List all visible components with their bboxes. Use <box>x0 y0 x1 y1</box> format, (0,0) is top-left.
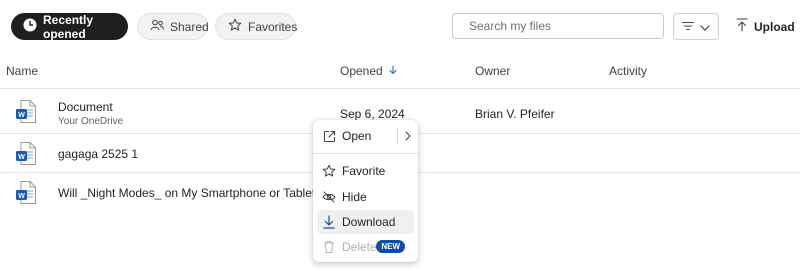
word-file-icon: W <box>16 142 36 165</box>
people-icon <box>150 19 164 34</box>
column-header-opened-label: Opened <box>340 64 383 78</box>
download-icon <box>322 215 336 229</box>
word-file-icon: W <box>16 181 36 204</box>
menu-item-download[interactable]: Download <box>317 210 414 234</box>
menu-separator <box>313 153 418 154</box>
search-box[interactable] <box>452 13 664 39</box>
menu-item-favorite[interactable]: Favorite <box>317 159 414 183</box>
svg-text:W: W <box>18 112 25 119</box>
favorites-label: Favorites <box>248 19 298 34</box>
column-header-opened[interactable]: Opened <box>340 64 397 78</box>
chevron-right-icon[interactable] <box>403 129 413 143</box>
favorites-pill[interactable]: Favorites <box>215 13 298 40</box>
chevron-down-icon <box>700 20 710 34</box>
filter-icon <box>681 20 695 34</box>
menu-item-hide-label: Hide <box>342 190 367 204</box>
menu-item-hide[interactable]: Hide <box>317 185 414 209</box>
svg-text:W: W <box>18 154 25 161</box>
clock-icon <box>23 18 37 35</box>
recently-opened-pill[interactable]: Recently opened <box>11 12 128 41</box>
file-name[interactable]: Document <box>58 100 113 114</box>
sort-arrow-down-icon <box>389 64 397 78</box>
upload-label: Upload <box>754 19 795 34</box>
menu-item-delete: Delete NEW <box>317 235 414 259</box>
star-icon <box>228 18 242 35</box>
file-location: Your OneDrive <box>58 116 124 127</box>
file-owner: Brian V. Pfeifer <box>475 107 555 121</box>
new-badge: NEW <box>376 240 405 253</box>
menu-item-download-label: Download <box>342 215 396 229</box>
filter-button[interactable] <box>673 13 719 40</box>
upload-icon <box>736 18 748 35</box>
svg-text:W: W <box>18 193 25 200</box>
word-file-icon: W <box>16 100 36 123</box>
menu-item-delete-label: Delete <box>342 240 377 254</box>
open-external-icon <box>322 129 336 143</box>
shared-pill[interactable]: Shared <box>137 13 209 40</box>
menu-item-favorite-label: Favorite <box>342 164 386 178</box>
star-icon <box>322 164 336 178</box>
file-name[interactable]: Will _Night Modes_ on My Smartphone or T… <box>58 186 349 200</box>
shared-label: Shared <box>170 19 209 34</box>
upload-button[interactable]: Upload <box>736 18 795 35</box>
column-header-activity[interactable]: Activity <box>609 64 647 78</box>
context-menu: Open Favorite Hide Download Delete NEW <box>313 120 418 262</box>
trash-icon <box>322 240 336 254</box>
menu-divider <box>397 129 398 143</box>
search-input[interactable] <box>469 19 647 33</box>
column-header-owner[interactable]: Owner <box>475 64 510 78</box>
file-opened-date: Sep 6, 2024 <box>340 107 405 121</box>
recently-opened-label: Recently opened <box>43 12 94 41</box>
eye-off-icon <box>322 190 336 204</box>
menu-item-open[interactable]: Open <box>317 124 414 148</box>
menu-item-open-label: Open <box>342 129 372 143</box>
file-name[interactable]: gagaga 2525 1 <box>58 147 138 161</box>
column-header-name[interactable]: Name <box>6 64 38 78</box>
